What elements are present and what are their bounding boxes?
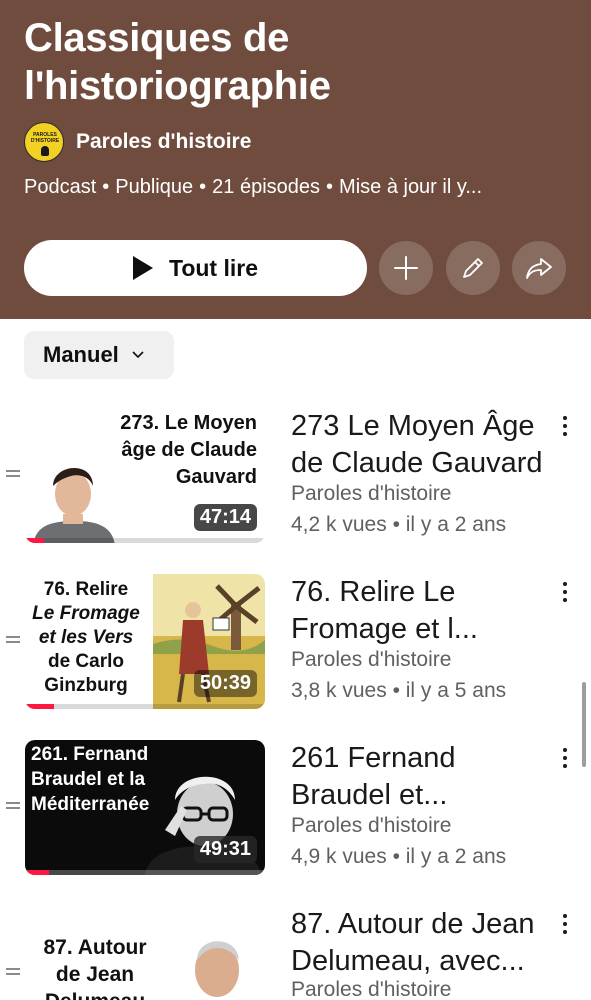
view-count: 4,9 k vues bbox=[291, 845, 387, 868]
video-channel: Paroles d'histoire bbox=[291, 648, 452, 671]
more-options-icon[interactable] bbox=[558, 414, 572, 438]
meta-visibility: Publique bbox=[115, 176, 194, 198]
thumbnail-caption-line: Ginzburg bbox=[44, 675, 128, 696]
scrollbar[interactable] bbox=[582, 682, 586, 767]
share-playlist-button[interactable] bbox=[512, 241, 566, 295]
playlist-meta: Podcast • Publique • 21 épisodes • Mise à jour… bbox=[24, 176, 569, 199]
share-icon bbox=[526, 258, 552, 279]
drag-handle-icon[interactable] bbox=[6, 470, 20, 480]
video-stats: 4,2 k vues • il y a 2 ans bbox=[291, 513, 507, 536]
edit-playlist-button[interactable] bbox=[446, 241, 500, 295]
video-thumbnail[interactable]: 87. Autour de Jean Delumeau bbox=[25, 906, 265, 1000]
play-icon bbox=[132, 256, 153, 280]
playlist-item[interactable]: 76. Relire Le Fromage et les Vers de Car… bbox=[0, 574, 591, 714]
thumbnail-caption-line: Gauvard bbox=[175, 466, 257, 488]
upload-age: il y a 2 ans bbox=[405, 845, 507, 868]
separator-dot: • bbox=[199, 176, 207, 198]
video-title[interactable]: 273 Le Moyen Âge de Claude Gauvard bbox=[291, 408, 556, 482]
channel-avatar[interactable]: PAROLES D'HISTOIRE bbox=[24, 122, 64, 162]
watch-progress-bar bbox=[25, 870, 49, 875]
video-channel: Paroles d'histoire bbox=[291, 978, 452, 1000]
playlist-item[interactable]: 87. Autour de Jean Delumeau 87. Autour d… bbox=[0, 906, 591, 1000]
progress-track bbox=[25, 704, 265, 709]
add-to-library-button[interactable] bbox=[379, 241, 433, 295]
microphone-icon bbox=[41, 146, 49, 156]
video-title[interactable]: 261 Fernand Braudel et... bbox=[291, 740, 556, 814]
thumbnail-caption-line: Le Fromage bbox=[32, 603, 140, 624]
thumbnail-caption-line: de Jean bbox=[55, 963, 135, 986]
sort-label: Manuel bbox=[43, 342, 119, 367]
playlist-title: Classiques de l'historiographie bbox=[24, 16, 331, 108]
video-channel: Paroles d'histoire bbox=[291, 482, 452, 505]
play-all-button[interactable]: Tout lire bbox=[24, 240, 367, 296]
thumbnail-caption-line: 76. Relire bbox=[43, 579, 129, 600]
progress-track bbox=[25, 870, 265, 875]
progress-track bbox=[25, 538, 265, 543]
view-count: 4,2 k vues bbox=[291, 513, 387, 536]
thumbnail-caption: 87. Autour de Jean Delumeau bbox=[25, 934, 165, 1000]
portrait-image bbox=[195, 941, 239, 997]
view-count: 3,8 k vues bbox=[291, 679, 387, 702]
more-options-icon[interactable] bbox=[558, 580, 572, 604]
video-channel: Paroles d'histoire bbox=[291, 814, 452, 837]
video-stats: 3,8 k vues • il y a 5 ans bbox=[291, 679, 507, 702]
video-thumbnail[interactable]: 261. Fernand Braudel et la Méditerranée … bbox=[25, 740, 265, 875]
thumbnail-caption-line: de Carlo bbox=[47, 651, 125, 672]
upload-age: il y a 2 ans bbox=[405, 513, 507, 536]
sort-dropdown[interactable]: Manuel bbox=[24, 331, 174, 379]
channel-logo-text: PAROLES D'HISTOIRE bbox=[30, 132, 60, 144]
thumbnail-caption-line: Méditerranée bbox=[31, 794, 150, 815]
playlist-header: Classiques de l'historiographie PAROLES … bbox=[0, 0, 591, 319]
watch-progress-bar bbox=[25, 704, 54, 709]
thumbnail-caption: 261. Fernand Braudel et la Méditerranée bbox=[31, 742, 149, 817]
thumbnail-caption: 76. Relire Le Fromage et les Vers de Car… bbox=[25, 578, 147, 698]
video-thumbnail[interactable]: 76. Relire Le Fromage et les Vers de Car… bbox=[25, 574, 265, 709]
plus-icon bbox=[394, 256, 418, 280]
video-title[interactable]: 76. Relire Le Fromage et l... bbox=[291, 574, 556, 648]
thumbnail-caption-line: 87. Autour bbox=[43, 936, 147, 959]
more-options-icon[interactable] bbox=[558, 912, 572, 936]
thumbnail-caption-line: Delumeau bbox=[25, 988, 165, 1000]
separator-dot: • bbox=[102, 176, 110, 198]
video-stats: 4,9 k vues • il y a 2 ans bbox=[291, 845, 507, 868]
channel-row[interactable]: PAROLES D'HISTOIRE Paroles d'histoire bbox=[24, 122, 251, 162]
drag-handle-icon[interactable] bbox=[6, 968, 20, 978]
play-all-label: Tout lire bbox=[168, 254, 258, 281]
meta-updated: Mise à jour il y... bbox=[339, 176, 483, 198]
duration-badge: 47:14 bbox=[193, 504, 257, 531]
channel-name[interactable]: Paroles d'histoire bbox=[76, 130, 251, 154]
video-title[interactable]: 87. Autour de Jean Delumeau, avec... bbox=[291, 906, 556, 980]
thumbnail-caption-line: Braudel et la bbox=[31, 769, 146, 790]
duration-badge: 50:39 bbox=[193, 670, 257, 697]
meta-type: Podcast bbox=[24, 176, 97, 198]
pencil-icon bbox=[463, 258, 483, 278]
chevron-down-icon bbox=[132, 351, 144, 359]
more-options-icon[interactable] bbox=[558, 746, 572, 770]
upload-age: il y a 5 ans bbox=[405, 679, 507, 702]
video-thumbnail[interactable]: 273. Le Moyen âge de Claude Gauvard 47:1… bbox=[25, 408, 265, 543]
separator-dot: • bbox=[326, 176, 334, 198]
watch-progress-bar bbox=[25, 538, 45, 543]
thumbnail-caption-line: et les Vers bbox=[38, 627, 134, 648]
duration-badge: 49:31 bbox=[193, 836, 257, 863]
thumbnail-caption-line: 261. Fernand bbox=[31, 744, 149, 765]
playlist-item[interactable]: 261. Fernand Braudel et la Méditerranée … bbox=[0, 740, 591, 880]
drag-handle-icon[interactable] bbox=[6, 802, 20, 812]
thumbnail-caption-line: 273. Le Moyen bbox=[120, 412, 257, 434]
thumbnail-caption: 273. Le Moyen âge de Claude Gauvard bbox=[87, 410, 257, 491]
drag-handle-icon[interactable] bbox=[6, 636, 20, 646]
meta-episodes: 21 épisodes bbox=[212, 176, 321, 198]
playlist-item[interactable]: 273. Le Moyen âge de Claude Gauvard 47:1… bbox=[0, 408, 591, 548]
thumbnail-caption-line: âge de Claude bbox=[121, 439, 257, 461]
